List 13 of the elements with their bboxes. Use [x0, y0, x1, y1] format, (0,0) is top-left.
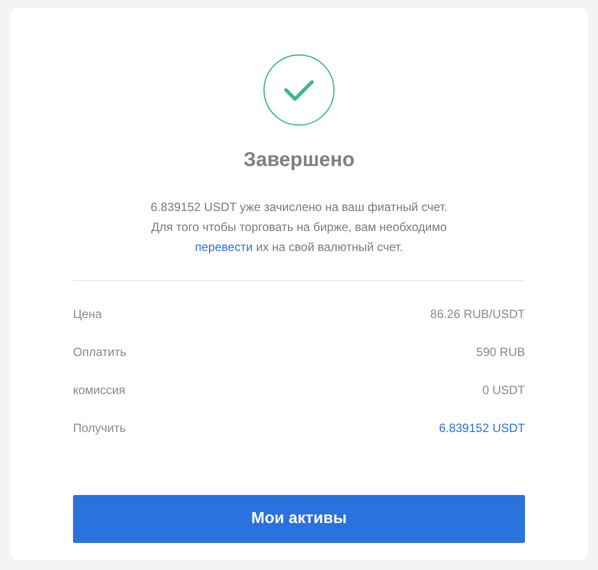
detail-label: комиссия	[73, 383, 126, 397]
transfer-link[interactable]: перевести	[195, 240, 253, 254]
check-circle-icon	[263, 54, 335, 126]
status-title: Завершено	[243, 148, 355, 172]
my-assets-button[interactable]: Мои активы	[73, 495, 525, 543]
detail-label: Оплатить	[73, 345, 126, 359]
detail-value: 0 USDT	[482, 383, 525, 397]
detail-value: 6.839152 USDT	[438, 421, 525, 435]
status-message: 6.839152 USDT уже зачислено на ваш фиатный счет. Для того чтобы торговать на бирже, вам необходимо перевести их на свой валютный счет.	[150, 199, 448, 256]
detail-value: 86.26 RUB/USDT	[430, 307, 525, 321]
detail-label: Получить	[73, 421, 126, 435]
detail-label: Цена	[73, 307, 102, 321]
detail-value: 590 RUB	[476, 345, 525, 359]
